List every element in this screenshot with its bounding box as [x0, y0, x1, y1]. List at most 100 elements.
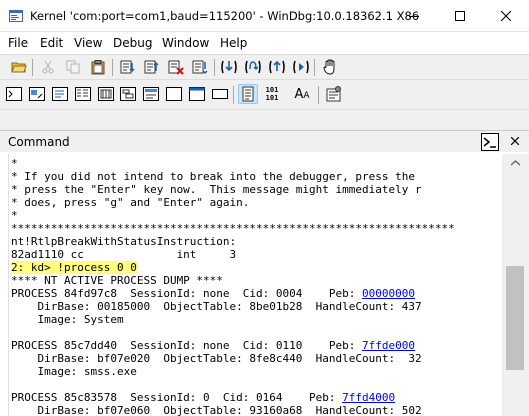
disassembly-window-icon	[143, 87, 159, 101]
minimize-button[interactable]	[391, 0, 437, 32]
peb-link[interactable]: 7ffd4000	[342, 391, 395, 404]
paste-button[interactable]	[88, 57, 108, 77]
step-out-icon	[269, 60, 285, 74]
copy-icon	[66, 60, 80, 74]
output-line: * If you did not intend to break into th…	[11, 170, 415, 183]
output-line: **** NT ACTIVE PROCESS DUMP ****	[11, 274, 223, 287]
peb-link[interactable]: 7ffde000	[362, 339, 415, 352]
source-mode-icon	[242, 86, 254, 102]
close-button[interactable]	[483, 0, 529, 32]
command-output[interactable]: * * If you did not intend to break into …	[8, 154, 501, 416]
step-over-icon	[245, 60, 261, 74]
insert-breakpoint-button[interactable]	[320, 57, 340, 77]
font-button[interactable]: AA	[292, 84, 312, 104]
menu-edit[interactable]: Edit	[40, 36, 63, 50]
maximize-icon	[455, 11, 465, 21]
menu-bar: File Edit View Debug Window Help	[0, 32, 529, 54]
maximize-button[interactable]	[437, 0, 483, 32]
modules-window-icon	[212, 89, 228, 99]
command-window-button[interactable]	[4, 84, 24, 104]
scroll-thumb[interactable]	[506, 266, 524, 370]
go-icon	[120, 60, 135, 74]
toolbar-windows: 101 101 AA	[0, 80, 529, 110]
step-into-icon	[221, 60, 237, 74]
call-stack-window-button[interactable]	[118, 84, 138, 104]
processes-threads-icon	[189, 87, 205, 101]
window-title: Kernel 'com:port=com1,baud=115200' - Win…	[30, 9, 420, 23]
output-line: Image: System	[11, 313, 124, 326]
scroll-up-button[interactable]	[508, 156, 522, 170]
scissors-icon	[42, 60, 54, 74]
options-icon	[326, 86, 341, 102]
process-line: PROCESS 85c7dd40 SessionId: none Cid: 01…	[11, 339, 415, 352]
peb-link[interactable]: 00000000	[362, 287, 415, 300]
watch-window-icon	[29, 87, 45, 101]
command-prompt-icon[interactable]	[481, 133, 499, 151]
modules-window-button[interactable]	[210, 84, 230, 104]
step-out-button[interactable]	[267, 57, 287, 77]
panel-close-button[interactable]	[508, 134, 522, 148]
hand-icon	[323, 59, 335, 75]
open-source-button[interactable]	[9, 57, 29, 77]
registers-window-icon	[75, 87, 91, 101]
break-button[interactable]	[190, 57, 210, 77]
command-panel-header: Command	[0, 130, 529, 152]
toolbar-main	[0, 54, 529, 80]
step-over-button[interactable]	[243, 57, 263, 77]
watch-window-button[interactable]	[27, 84, 47, 104]
process-line: PROCESS 85c83578 SessionId: 0 Cid: 0164 …	[11, 391, 396, 404]
menu-file[interactable]: File	[8, 36, 28, 50]
restart-icon	[144, 60, 159, 74]
processes-threads-button[interactable]	[187, 84, 207, 104]
source-mode-button[interactable]	[238, 84, 258, 104]
prompt-line: 2: kd> !process 0 0	[11, 261, 137, 274]
disassembly-window-button[interactable]	[141, 84, 161, 104]
output-line: DirBase: bf07e020 ObjectTable: 8fe8c440 …	[11, 352, 422, 365]
vertical-scrollbar[interactable]	[502, 154, 529, 416]
close-icon	[511, 137, 519, 145]
chevron-up-icon	[510, 160, 520, 166]
output-line: *	[11, 157, 18, 170]
output-line: 82ad1110 cc int 3	[11, 248, 237, 261]
output-line: ****************************************…	[11, 222, 455, 235]
output-line: nt!RtlpBreakWithStatusInstruction:	[11, 235, 237, 248]
step-into-button[interactable]	[219, 57, 239, 77]
minimize-icon	[409, 16, 419, 17]
registers-window-button[interactable]	[73, 84, 93, 104]
cut-button[interactable]	[38, 57, 58, 77]
memory-window-button[interactable]	[96, 84, 116, 104]
menu-view[interactable]: View	[74, 36, 102, 50]
font-icon: AA	[294, 86, 310, 102]
menu-window[interactable]: Window	[162, 36, 209, 50]
output-line: * does, press "g" and "Enter" again.	[11, 196, 250, 209]
workspace-background	[0, 110, 529, 130]
restart-button[interactable]	[142, 57, 162, 77]
scratch-pad-icon	[166, 87, 182, 101]
stop-debugging-button[interactable]	[166, 57, 186, 77]
title-bar[interactable]: Kernel 'com:port=com1,baud=115200' - Win…	[0, 0, 529, 32]
stop-debugging-icon	[168, 60, 184, 75]
memory-window-icon	[98, 87, 114, 101]
go-button[interactable]	[118, 57, 138, 77]
options-button[interactable]	[324, 84, 344, 104]
output-line: *	[11, 209, 18, 222]
menu-help[interactable]: Help	[220, 36, 247, 50]
break-icon	[192, 60, 208, 75]
call-stack-window-icon	[120, 87, 136, 101]
run-to-cursor-button[interactable]	[291, 57, 311, 77]
copy-button[interactable]	[63, 57, 83, 77]
output-line: DirBase: 00185000 ObjectTable: 8be01b28 …	[11, 300, 422, 313]
panel-title: Command	[8, 135, 70, 149]
menu-debug[interactable]: Debug	[113, 36, 152, 50]
command-window-icon	[6, 87, 22, 101]
locals-window-button[interactable]	[50, 84, 70, 104]
locals-window-icon	[52, 87, 68, 101]
output-line: Image: smss.exe	[11, 365, 137, 378]
output-line: DirBase: bf07e060 ObjectTable: 93160a68 …	[11, 404, 422, 416]
assembly-mode-button[interactable]: 101 101	[261, 84, 283, 104]
clipboard-icon	[91, 59, 105, 74]
windbg-app-icon	[9, 10, 23, 22]
output-line: * press the "Enter" key now. This messag…	[11, 183, 422, 196]
folder-open-icon	[11, 62, 27, 73]
scratch-pad-button[interactable]	[164, 84, 184, 104]
